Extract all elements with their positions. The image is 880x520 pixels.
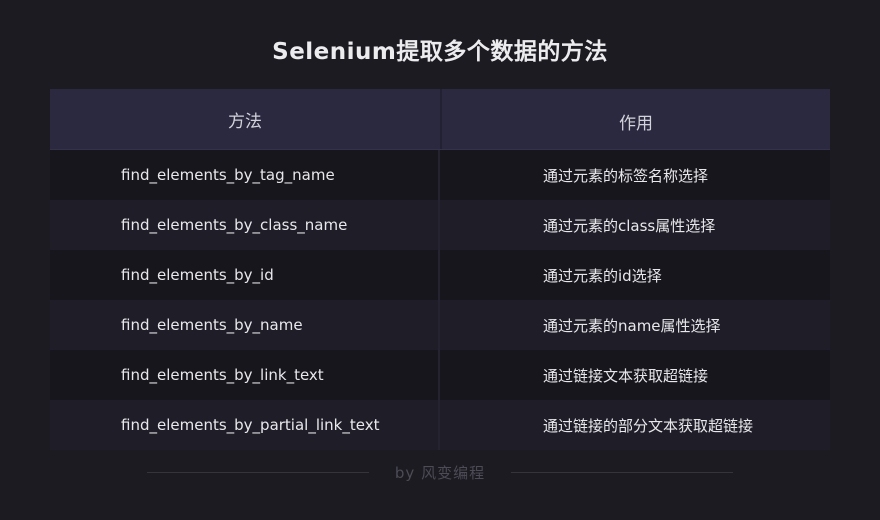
table-row: find_elements_by_name 通过元素的name属性选择 — [50, 300, 830, 350]
table-header: 方法 作用 — [50, 89, 830, 150]
table-row: find_elements_by_link_text 通过链接文本获取超链接 — [50, 350, 830, 400]
footer-credit: by 风变编程 — [394, 463, 486, 482]
table-row: find_elements_by_class_name 通过元素的class属性… — [50, 200, 830, 250]
method-cell: find_elements_by_tag_name — [50, 150, 440, 200]
footer-divider-right — [511, 471, 734, 473]
page-title: Selenium提取多个数据的方法 — [272, 39, 608, 65]
method-cell: find_elements_by_link_text — [50, 350, 440, 400]
column-header-method: 方法 — [50, 89, 442, 149]
method-cell: find_elements_by_partial_link_text — [50, 400, 440, 450]
footer-divider-left — [146, 471, 369, 473]
table-row: find_elements_by_partial_link_text 通过链接的… — [50, 400, 830, 450]
purpose-cell: 通过元素的class属性选择 — [543, 216, 716, 235]
table-row: find_elements_by_tag_name 通过元素的标签名称选择 — [50, 150, 830, 200]
methods-table: 方法 作用 find_elements_by_tag_name 通过元素的标签名… — [50, 89, 830, 450]
footer: by 风变编程 — [0, 460, 880, 484]
purpose-cell: 通过链接文本获取超链接 — [543, 366, 709, 385]
table-row: find_elements_by_id 通过元素的id选择 — [50, 250, 830, 300]
purpose-cell: 通过链接的部分文本获取超链接 — [543, 416, 754, 435]
purpose-cell: 通过元素的id选择 — [543, 266, 662, 285]
method-cell: find_elements_by_id — [50, 250, 440, 300]
purpose-cell: 通过元素的name属性选择 — [543, 316, 721, 335]
purpose-cell: 通过元素的标签名称选择 — [543, 166, 709, 185]
method-cell: find_elements_by_class_name — [50, 200, 440, 250]
method-cell: find_elements_by_name — [50, 300, 440, 350]
column-header-purpose: 作用 — [619, 113, 653, 134]
